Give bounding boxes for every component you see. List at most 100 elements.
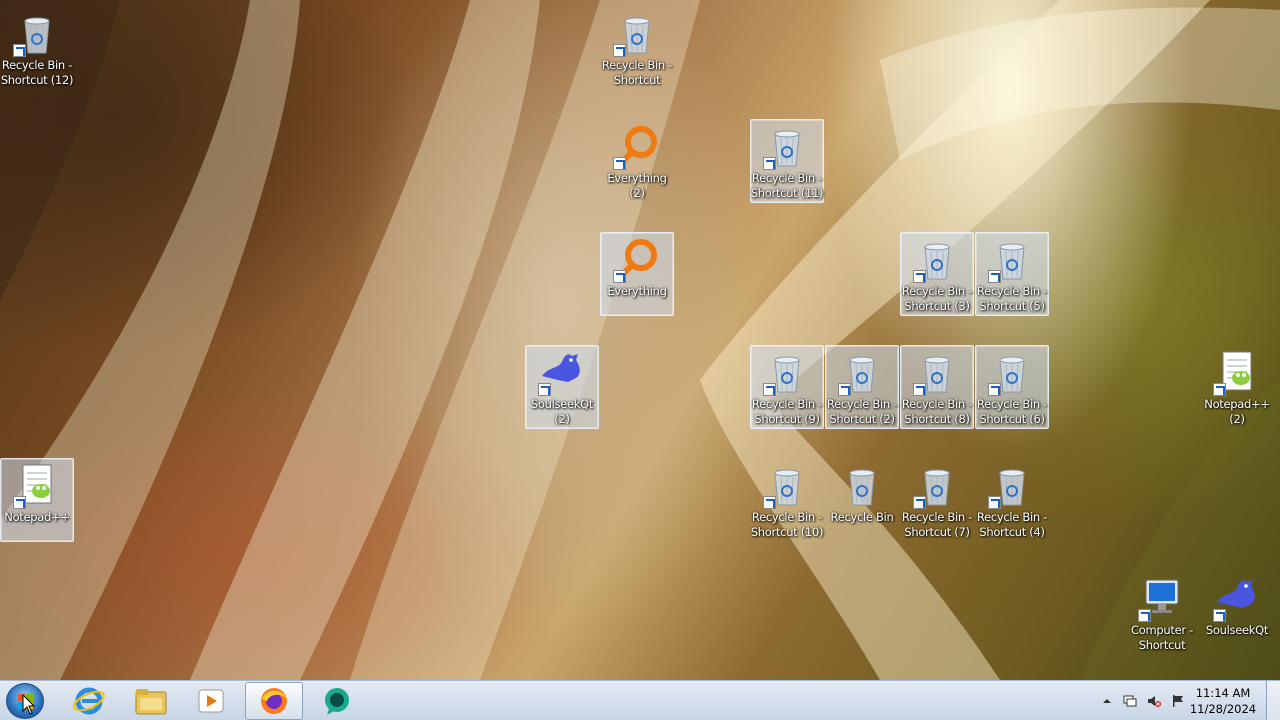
taskbar-firefox[interactable]: [245, 682, 303, 720]
shortcut-arrow-icon: [763, 496, 776, 509]
icon-label: Recycle Bin - Shortcut (10): [745, 510, 829, 540]
recycle-bin-icon: [838, 348, 886, 396]
icon-label: Recycle Bin - Shortcut: [595, 58, 679, 88]
soulseek-icon: [1213, 574, 1261, 622]
shortcut-arrow-icon: [613, 157, 626, 170]
taskbar-media-player[interactable]: [182, 682, 240, 720]
recycle-bin-shortcut-12-icon[interactable]: Recycle Bin - Shortcut (12): [0, 6, 74, 90]
taskbar-file-explorer[interactable]: [122, 682, 180, 720]
icon-label-line2: Shortcut (8): [904, 412, 970, 426]
recycle-bin-icon: [838, 461, 886, 509]
icon-label-line2: Shortcut (7): [904, 525, 970, 539]
icon-label: SoulseekQt: [1195, 623, 1279, 638]
notepad-icon: [13, 461, 61, 509]
recycle-bin-shortcut-icon[interactable]: Recycle Bin - Shortcut: [600, 6, 674, 90]
notepadpp-2-icon[interactable]: Notepad++ (2): [1200, 345, 1274, 429]
recycle-bin-shortcut-4-icon[interactable]: Recycle Bin - Shortcut (4): [975, 458, 1049, 542]
notepadpp-icon[interactable]: Notepad++: [0, 458, 74, 542]
taskbar-chat-app[interactable]: [308, 682, 366, 720]
soulseekqt-icon[interactable]: SoulseekQt: [1200, 571, 1274, 655]
computer-shortcut-icon[interactable]: Computer - Shortcut: [1125, 571, 1199, 655]
icon-label-line2: (2): [629, 186, 645, 200]
icon-label: Recycle Bin - Shortcut (4): [970, 510, 1054, 540]
network-icon[interactable]: [1123, 694, 1137, 708]
shortcut-arrow-icon: [613, 270, 626, 283]
icon-label-line2: Shortcut (12): [0, 73, 74, 87]
shortcut-arrow-icon: [988, 496, 1001, 509]
everything-icon: [613, 235, 661, 283]
icon-label-line1: Notepad++: [4, 510, 70, 524]
volume-muted-icon[interactable]: [1147, 694, 1161, 708]
icon-label-line2: (2): [1229, 412, 1245, 426]
icon-label-line2: Shortcut (5): [979, 299, 1045, 313]
shortcut-arrow-icon: [1213, 383, 1226, 396]
icon-label-line2: (2): [554, 412, 570, 426]
icon-label-line1: Recycle Bin -: [751, 397, 823, 411]
icon-label-line1: Recycle Bin -: [901, 510, 973, 524]
icon-label-line1: Recycle Bin -: [976, 397, 1048, 411]
desktop[interactable]: Recycle Bin - Shortcut (12) Recycle Bin -…: [0, 0, 1280, 680]
icon-label-line2: Shortcut (9): [754, 412, 820, 426]
recycle-bin-shortcut-9-icon[interactable]: Recycle Bin - Shortcut (9): [750, 345, 824, 429]
shortcut-arrow-icon: [538, 383, 551, 396]
recycle-bin-icon: [613, 9, 661, 57]
icon-label: Notepad++: [0, 510, 79, 525]
shortcut-arrow-icon: [988, 270, 1001, 283]
shortcut-arrow-icon: [763, 157, 776, 170]
shortcut-arrow-icon: [13, 496, 26, 509]
icon-label-line2: Shortcut (4): [979, 525, 1045, 539]
icon-label: Recycle Bin - Shortcut (2): [820, 397, 904, 427]
recycle-bin-shortcut-10-icon[interactable]: Recycle Bin - Shortcut (10): [750, 458, 824, 542]
recycle-bin-shortcut-8-icon[interactable]: Recycle Bin - Shortcut (8): [900, 345, 974, 429]
icon-label-line1: Recycle Bin -: [601, 58, 673, 72]
icon-label-line2: Shortcut (3): [904, 299, 970, 313]
show-hidden-icons-icon[interactable]: [1100, 694, 1114, 708]
media-player-icon: [198, 689, 224, 713]
icon-label-line1: Recycle Bin -: [751, 510, 823, 524]
clock[interactable]: 11:14 AM 11/28/2024: [1188, 685, 1258, 717]
icon-label: SoulseekQt (2): [520, 397, 604, 427]
icon-label-line2: Shortcut (2): [829, 412, 895, 426]
recycle-bin-icon: [13, 9, 61, 57]
file-explorer-icon: [135, 689, 167, 715]
recycle-bin-icon: [913, 235, 961, 283]
icon-label-line1: Recycle Bin -: [826, 397, 898, 411]
firefox-icon: [261, 688, 287, 714]
everything-icon[interactable]: Everything: [600, 232, 674, 316]
icon-label: Everything: [595, 284, 679, 299]
icon-label-line1: SoulseekQt: [530, 397, 594, 411]
wallpaper-image: [0, 0, 1280, 680]
icon-label-line1: Everything: [607, 284, 667, 298]
recycle-bin-shortcut-2-icon[interactable]: Recycle Bin - Shortcut (2): [825, 345, 899, 429]
recycle-bin-shortcut-5-icon[interactable]: Recycle Bin - Shortcut (5): [975, 232, 1049, 316]
icon-label-line2: Shortcut (11): [750, 186, 824, 200]
soulseekqt-2-icon[interactable]: SoulseekQt (2): [525, 345, 599, 429]
everything-2-icon[interactable]: Everything (2): [600, 119, 674, 203]
taskbar-internet-explorer[interactable]: [60, 682, 118, 720]
show-desktop-button[interactable]: [1266, 681, 1280, 720]
recycle-bin-shortcut-11-icon[interactable]: Recycle Bin - Shortcut (11): [750, 119, 824, 203]
shortcut-arrow-icon: [838, 383, 851, 396]
icon-label-line1: Recycle Bin: [830, 510, 894, 524]
recycle-bin-icon: [763, 461, 811, 509]
everything-icon: [613, 122, 661, 170]
recycle-bin-icon[interactable]: Recycle Bin: [825, 458, 899, 542]
shortcut-arrow-icon: [1213, 609, 1226, 622]
icon-label-line1: Recycle Bin -: [1, 58, 73, 72]
icon-label-line1: Notepad++: [1204, 397, 1270, 411]
shortcut-arrow-icon: [613, 44, 626, 57]
icon-label: Computer - Shortcut: [1120, 623, 1204, 653]
icon-label-line1: Everything: [607, 171, 667, 185]
icon-label: Everything (2): [595, 171, 679, 201]
icon-label: Recycle Bin - Shortcut (6): [970, 397, 1054, 427]
recycle-bin-icon: [763, 122, 811, 170]
recycle-bin-shortcut-7-icon[interactable]: Recycle Bin - Shortcut (7): [900, 458, 974, 542]
shortcut-arrow-icon: [913, 270, 926, 283]
icon-label-line2: Shortcut: [613, 73, 661, 87]
icon-label: Recycle Bin - Shortcut (5): [970, 284, 1054, 314]
recycle-bin-icon: [988, 348, 1036, 396]
recycle-bin-shortcut-3-icon[interactable]: Recycle Bin - Shortcut (3): [900, 232, 974, 316]
shortcut-arrow-icon: [1138, 609, 1151, 622]
recycle-bin-shortcut-6-icon[interactable]: Recycle Bin - Shortcut (6): [975, 345, 1049, 429]
action-center-flag-icon[interactable]: [1171, 694, 1185, 708]
